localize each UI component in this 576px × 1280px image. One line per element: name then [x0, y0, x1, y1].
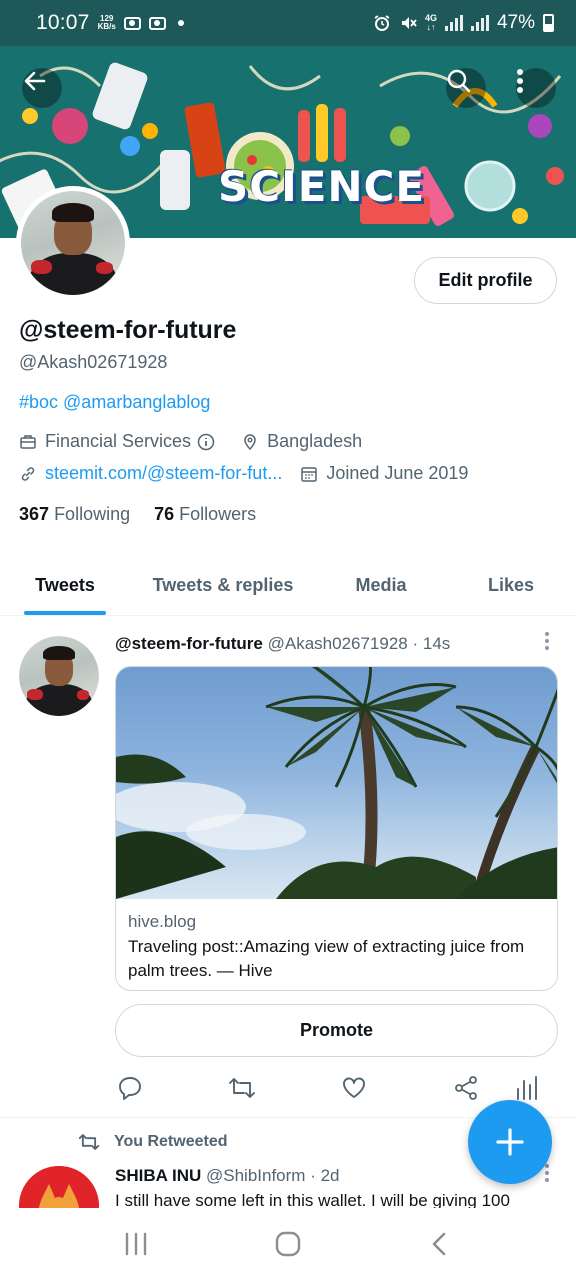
following-link[interactable]: 367 Following — [19, 504, 130, 525]
battery-icon — [543, 14, 554, 32]
following-count: 367 — [19, 504, 50, 524]
signal-icon — [444, 15, 463, 31]
profile-website-link[interactable]: steemit.com/@steem-for-fut... — [45, 463, 282, 484]
tweet-header: @steem-for-future @Akash02671928 · 14s — [115, 634, 450, 654]
profile-handle: @Akash02671928 — [19, 352, 168, 372]
share-icon — [455, 1076, 477, 1100]
more-vertical-icon — [517, 69, 523, 93]
followers-link[interactable]: 76 Followers — [154, 504, 256, 525]
tab-tweets-and-replies[interactable]: Tweets & replies — [130, 556, 316, 615]
retweet-button[interactable] — [228, 1074, 256, 1102]
retweet-context: You Retweeted — [78, 1132, 228, 1152]
location-pin-icon — [241, 433, 259, 451]
back-button[interactable] — [22, 68, 62, 108]
tab-label: Tweets & replies — [152, 575, 294, 595]
tweet-header: SHIBA INU @ShibInform · 2d — [115, 1166, 340, 1186]
tab-label: Likes — [487, 575, 535, 595]
mute-icon — [401, 17, 417, 29]
tweet-author-avatar[interactable] — [19, 636, 99, 716]
active-tab-indicator — [24, 611, 106, 615]
banner-text: SCIENCE — [218, 162, 426, 211]
plus-icon — [496, 1128, 524, 1156]
tweet-author-handle: @Akash02671928 — [267, 634, 408, 653]
analytics-button[interactable] — [512, 1074, 540, 1102]
tab-media[interactable]: Media — [316, 556, 446, 615]
profile-category: Financial Services — [45, 431, 192, 451]
profile-location: Bangladesh — [267, 431, 363, 451]
profile-bio[interactable]: #boc @amarbanglablog — [19, 392, 210, 413]
recent-apps-icon — [125, 1232, 147, 1256]
heart-icon — [343, 1077, 365, 1098]
tweet-more-icon[interactable] — [545, 1164, 551, 1182]
tweet-text: I still have some left in this wallet. I… — [115, 1191, 510, 1209]
tweet-author-name[interactable]: @steem-for-future — [115, 634, 263, 653]
edit-profile-button[interactable]: Edit profile — [414, 257, 557, 304]
calendar-icon — [300, 465, 318, 483]
follow-counts: 367 Following 76 Followers — [19, 504, 256, 525]
retweet-icon — [229, 1078, 255, 1098]
alarm-icon — [374, 15, 390, 31]
profile-joined-date: Joined June 2019 — [326, 463, 469, 483]
following-label: Following — [54, 504, 131, 524]
retweet-icon — [78, 1134, 100, 1150]
reply-button[interactable] — [116, 1074, 144, 1102]
chevron-left-icon — [432, 1232, 446, 1256]
tab-label: Media — [355, 575, 407, 595]
followers-label: Followers — [179, 504, 257, 524]
like-button[interactable] — [340, 1074, 368, 1102]
tweet-actions — [0, 1074, 576, 1104]
profile-display-name: @steem-for-future — [19, 316, 237, 344]
camera-icon — [123, 16, 141, 30]
search-button[interactable] — [446, 68, 486, 108]
system-navigation-bar — [0, 1208, 576, 1280]
link-card[interactable]: hive.blog Traveling post::Amazing view o… — [115, 666, 558, 991]
analytics-icon — [517, 1076, 537, 1100]
link-card-title: Traveling post::Amazing view of extracti… — [128, 937, 525, 980]
link-icon — [19, 465, 37, 483]
more-options-button[interactable] — [516, 68, 556, 108]
tab-label: Tweets — [35, 575, 95, 595]
retweet-context-label: You Retweeted — [114, 1133, 228, 1150]
status-time: 10:07 — [36, 11, 90, 34]
home-icon — [275, 1231, 301, 1257]
profile-meta-row-1: Financial Services Bangladesh — [19, 431, 362, 452]
home-button[interactable] — [268, 1224, 308, 1264]
system-back-button[interactable] — [420, 1224, 460, 1264]
search-icon — [447, 69, 471, 93]
status-bar: 10:07 129 KB/s 4G ↓↑ 47% — [0, 0, 576, 46]
notification-dot-icon — [177, 20, 184, 26]
tweet-timestamp: · 2d — [310, 1166, 340, 1185]
briefcase-icon — [19, 433, 37, 451]
tweet-author-handle: @ShibInform — [206, 1166, 306, 1185]
profile-tabs: Tweets Tweets & replies Media Likes — [0, 556, 576, 616]
recent-apps-button[interactable] — [116, 1224, 156, 1264]
network-speed-unit: KB/s — [97, 22, 116, 31]
compose-tweet-button[interactable] — [468, 1100, 552, 1184]
tab-likes[interactable]: Likes — [446, 556, 576, 615]
profile-avatar[interactable] — [16, 186, 130, 300]
tweet-timestamp: · 14s — [412, 634, 451, 653]
share-button[interactable] — [452, 1074, 480, 1102]
tweet-author-name[interactable]: SHIBA INU — [115, 1166, 201, 1185]
tweet-more-icon[interactable] — [545, 632, 551, 650]
camera-icon — [148, 16, 166, 30]
reply-icon — [119, 1077, 141, 1100]
link-card-domain: hive.blog — [128, 912, 197, 931]
battery-percent: 47% — [496, 12, 535, 33]
back-arrow-icon — [24, 71, 46, 91]
promote-button[interactable]: Promote — [115, 1004, 558, 1057]
info-icon[interactable] — [197, 433, 215, 451]
profile-meta-row-2: steemit.com/@steem-for-fut... Joined Jun… — [19, 463, 468, 484]
network-type: 4G ↓↑ — [424, 13, 437, 32]
followers-count: 76 — [154, 504, 175, 524]
link-card-image — [116, 667, 557, 899]
network-speed: 129 KB/s — [98, 15, 116, 31]
signal-icon — [470, 15, 489, 31]
tab-tweets[interactable]: Tweets — [0, 556, 130, 615]
